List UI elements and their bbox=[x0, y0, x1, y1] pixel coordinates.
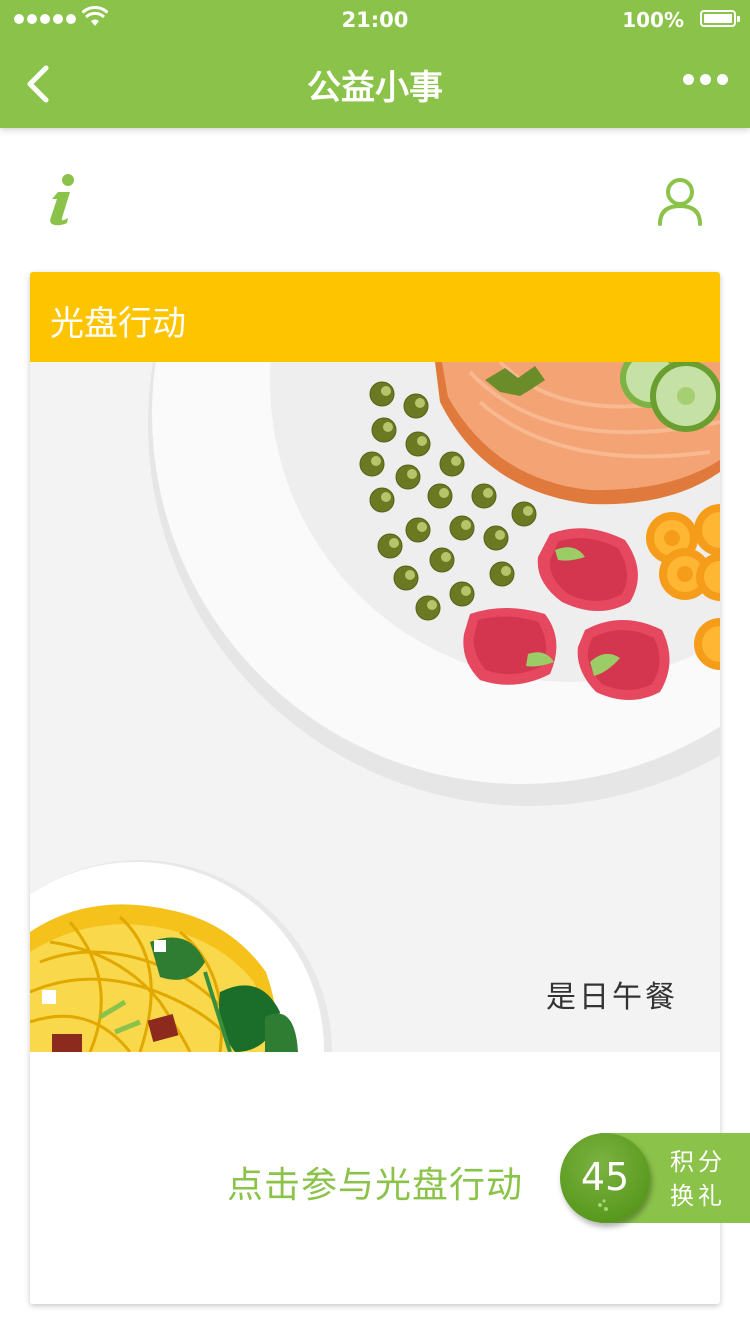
points-badge[interactable]: 45 积分换礼 bbox=[560, 1133, 750, 1223]
more-dots-icon[interactable] bbox=[683, 74, 728, 85]
status-bar: 21:00 100% bbox=[0, 0, 750, 40]
battery-percent: 100% bbox=[622, 8, 684, 32]
user-icon[interactable] bbox=[652, 174, 708, 230]
points-redeem-label[interactable]: 积分换礼 bbox=[670, 1145, 734, 1213]
lunch-illustration: 是日午餐 bbox=[30, 362, 720, 1052]
points-circle[interactable]: 45 bbox=[560, 1133, 650, 1223]
battery-icon bbox=[700, 10, 740, 27]
page-title: 公益小事 bbox=[307, 68, 443, 108]
card-header: 光盘行动 bbox=[30, 272, 720, 362]
meal-caption: 是日午餐 bbox=[546, 980, 678, 1015]
info-icon[interactable] bbox=[40, 172, 84, 228]
points-dots-icon bbox=[598, 1199, 608, 1211]
food-plates-image bbox=[30, 362, 720, 1052]
top-bar: 21:00 100% 公益小事 bbox=[0, 0, 750, 128]
card-title: 光盘行动 bbox=[50, 304, 186, 344]
